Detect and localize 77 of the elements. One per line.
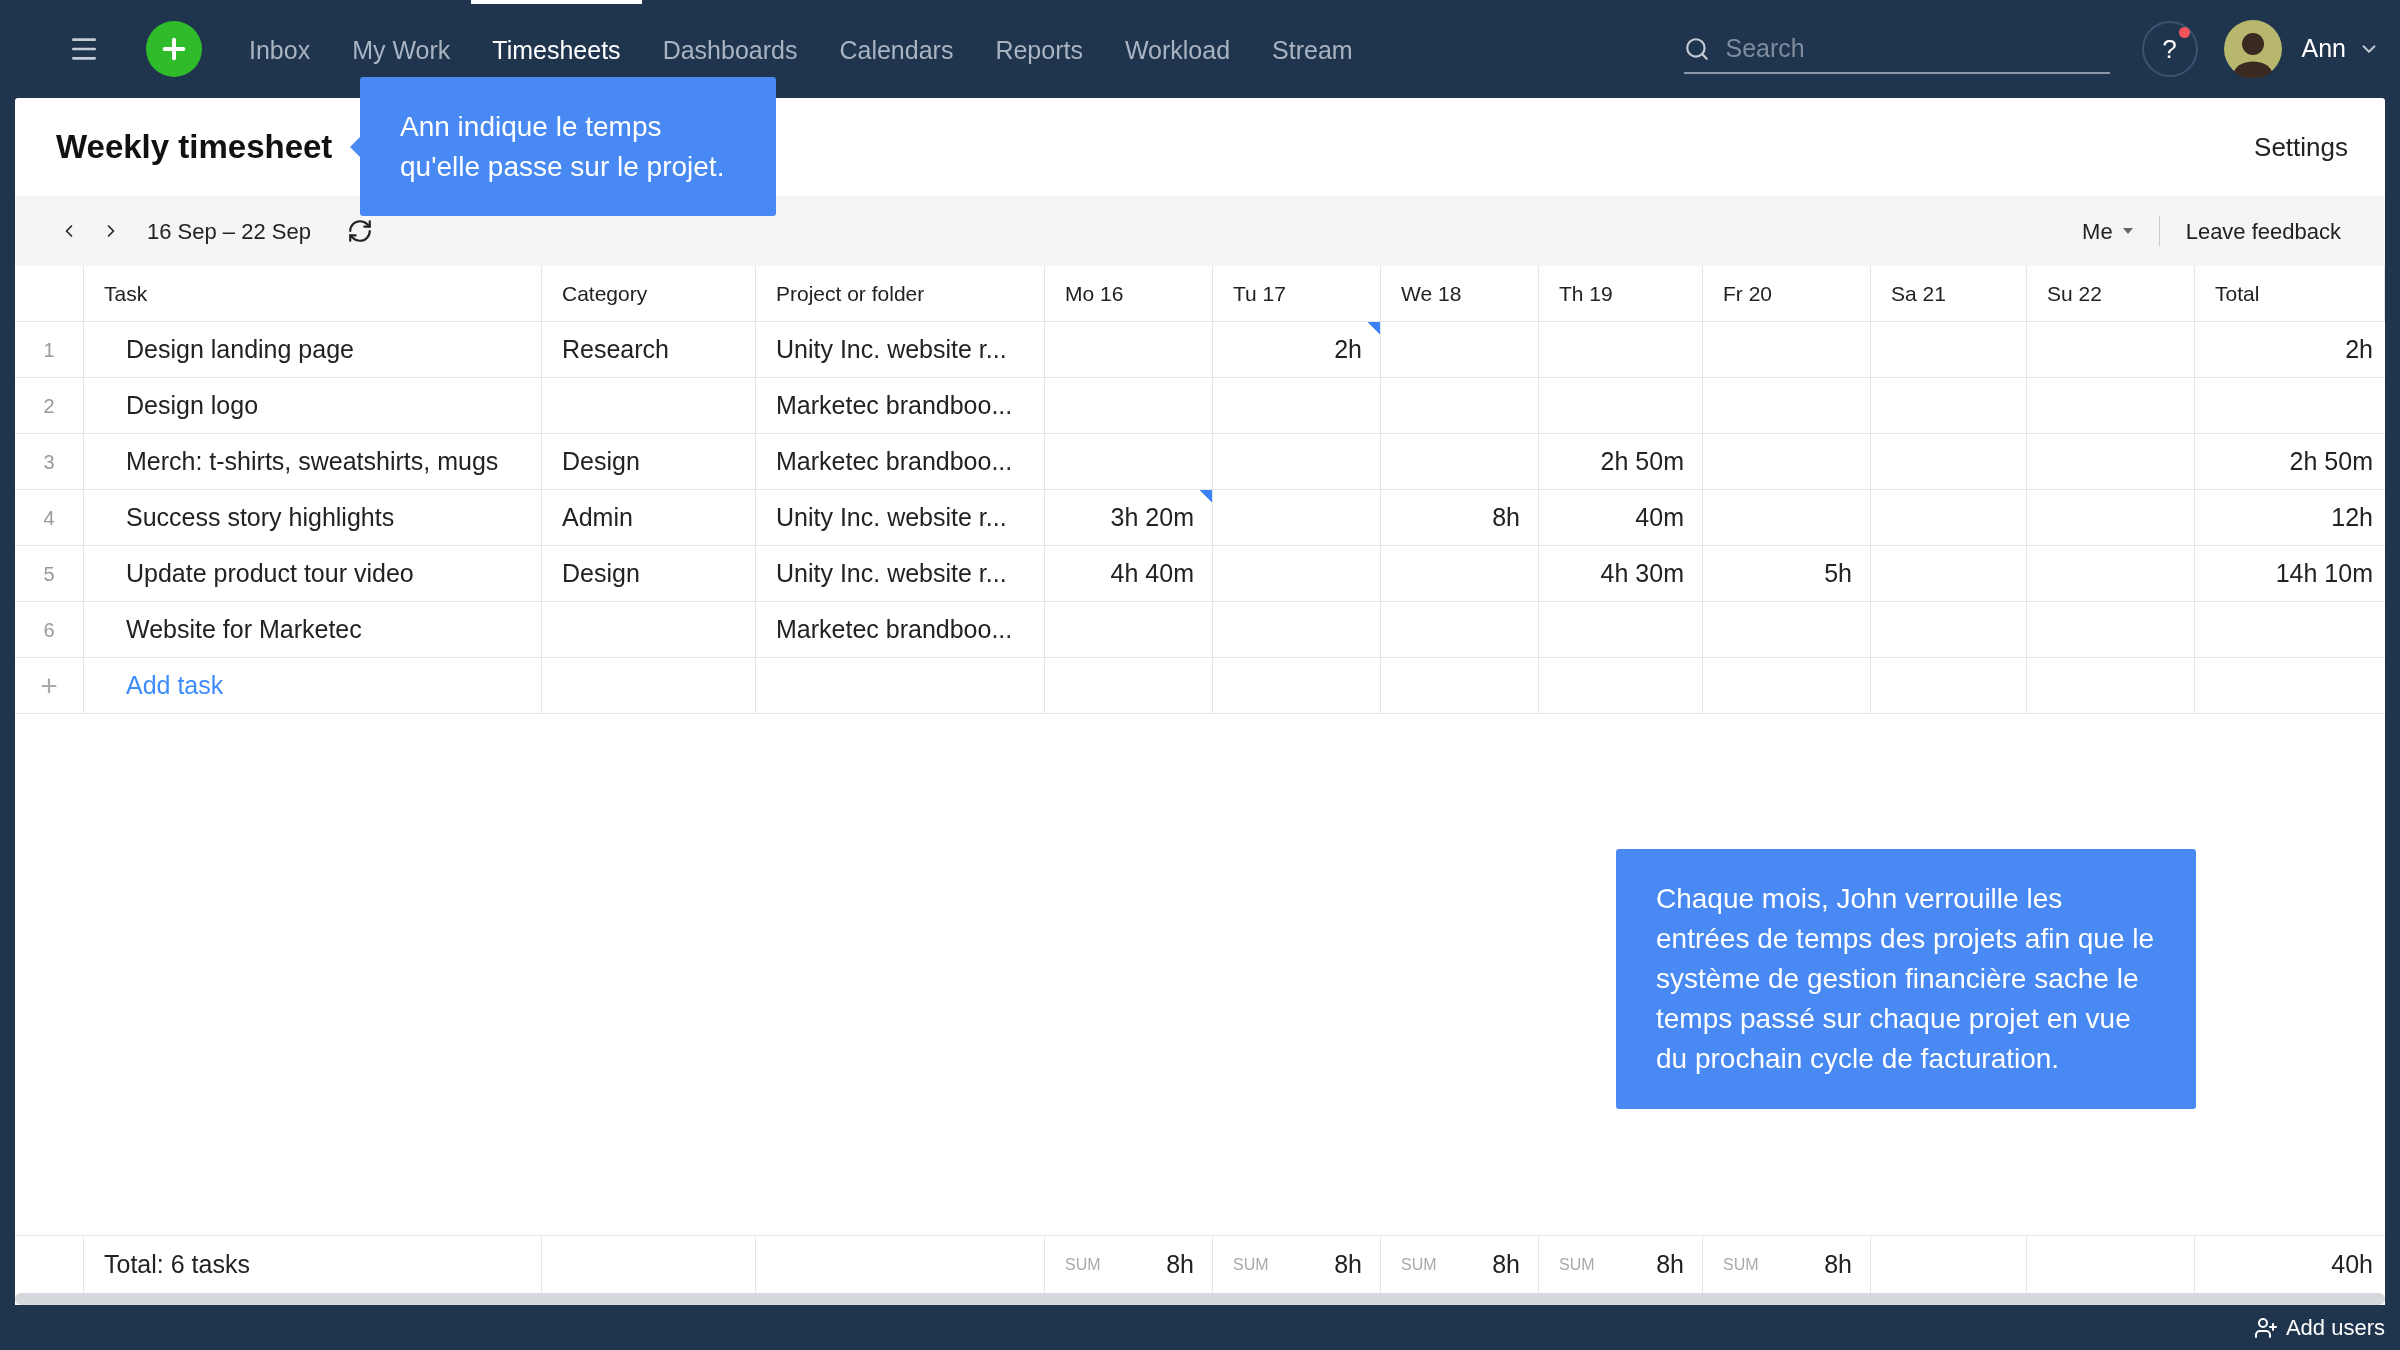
task-name[interactable]: Success story highlights	[126, 498, 395, 537]
search-icon	[1683, 36, 1710, 62]
category-text: Research	[562, 333, 669, 365]
refresh-icon[interactable]	[346, 218, 373, 244]
leave-feedback-button[interactable]: Leave feedback	[2185, 214, 2341, 248]
help-button[interactable]: ?	[2141, 21, 2198, 77]
add-users-button[interactable]: Add users	[2253, 1311, 2385, 1344]
sum-label: SUM	[1233, 1254, 1269, 1275]
column-header: We 18	[1401, 280, 1462, 307]
project-text: Marketec brandboo...	[776, 445, 1013, 477]
sum-label: SUM	[1559, 1254, 1595, 1275]
project-text: Unity Inc. website r...	[776, 501, 1007, 533]
time-cell[interactable]: 5h	[1703, 546, 1871, 601]
sum-value: 8h	[1656, 1248, 1684, 1280]
row-number: 5	[43, 561, 55, 587]
row-number: 4	[43, 505, 55, 531]
nav-tab[interactable]: Reports	[974, 0, 1104, 98]
filter-dropdown[interactable]: Me	[2082, 214, 2133, 248]
sum-value: 8h	[1824, 1248, 1852, 1280]
total-text: 2h	[2345, 333, 2373, 365]
avatar-icon[interactable]	[2223, 20, 2282, 78]
row-number: 3	[43, 449, 55, 475]
task-name[interactable]: Design landing page	[126, 330, 354, 369]
time-cell[interactable]: 8h	[1381, 490, 1539, 545]
nav-tab[interactable]: Calendars	[818, 0, 975, 98]
column-header: Total	[2215, 280, 2260, 307]
sum-value: 8h	[1492, 1248, 1520, 1280]
time-cell[interactable]: 4h 40m	[1045, 546, 1213, 601]
category-text: Admin	[562, 501, 633, 533]
time-cell[interactable]: 40m	[1539, 490, 1703, 545]
callout-tooltip: Ann indique le temps qu'elle passe sur le projet.	[350, 77, 776, 216]
task-name[interactable]: Design logo	[126, 386, 259, 425]
column-header: Fr 20	[1723, 280, 1772, 307]
sum-label: SUM	[1065, 1254, 1101, 1275]
add-user-icon	[2253, 1315, 2278, 1340]
column-header: Sa 21	[1891, 280, 1946, 307]
column-header: Th 19	[1559, 280, 1613, 307]
search-field[interactable]: Search	[1683, 24, 2110, 74]
time-cell[interactable]: 4h 30m	[1539, 546, 1703, 601]
category-text: Design	[562, 445, 640, 477]
total-text: 14h 10m	[2275, 557, 2373, 589]
nav-tab[interactable]: Stream	[1251, 0, 1374, 98]
grand-total: 40h	[2331, 1248, 2373, 1280]
nav-tab[interactable]: Workload	[1103, 0, 1252, 98]
column-header: Mo 16	[1065, 280, 1124, 307]
nav-tab[interactable]: Inbox	[228, 0, 332, 98]
column-header: Category	[562, 280, 648, 307]
settings-link[interactable]: Settings	[2254, 127, 2348, 167]
row-number: 6	[43, 617, 55, 643]
date-range: 16 Sep – 22 Sep	[147, 217, 311, 246]
project-text: Marketec brandboo...	[776, 613, 1013, 645]
add-button[interactable]	[146, 21, 202, 77]
sum-value: 8h	[1166, 1248, 1194, 1280]
column-header: Su 22	[2047, 280, 2102, 307]
project-text: Unity Inc. website r...	[776, 333, 1007, 365]
column-header: Tu 17	[1233, 280, 1286, 307]
sum-label: SUM	[1401, 1254, 1437, 1275]
page-title: Weekly timesheet	[56, 127, 333, 168]
time-cell[interactable]: 2h 50m	[1539, 434, 1703, 489]
sum-label: SUM	[1723, 1254, 1759, 1275]
total-tasks-text: Total: 6 tasks	[104, 1248, 250, 1280]
project-text: Unity Inc. website r...	[776, 557, 1007, 589]
task-name[interactable]: Update product tour video	[126, 554, 414, 593]
info-tooltip: Chaque mois, John verrouille les entrées de temps des projets afin que le système de gestion financière sache le temps passé sur chaque projet en vue du prochain cycle de facturation.	[1616, 849, 2196, 1109]
task-name[interactable]: Merch: t-shirts, sweatshirts, mugs	[126, 442, 499, 481]
category-text: Design	[562, 557, 640, 589]
row-number: 2	[43, 393, 55, 419]
row-number: 1	[43, 337, 55, 363]
task-name[interactable]: Website for Marketec	[126, 610, 362, 649]
column-header: Task	[104, 280, 148, 307]
total-text: 2h 50m	[2289, 445, 2373, 477]
user-name[interactable]: Ann	[2301, 30, 2346, 68]
total-text: 12h	[2331, 501, 2373, 533]
project-text: Marketec brandboo...	[776, 389, 1013, 421]
sum-value: 8h	[1334, 1248, 1362, 1280]
scrollbar[interactable]	[15, 1293, 2385, 1305]
column-header: Project or folder	[776, 280, 925, 307]
